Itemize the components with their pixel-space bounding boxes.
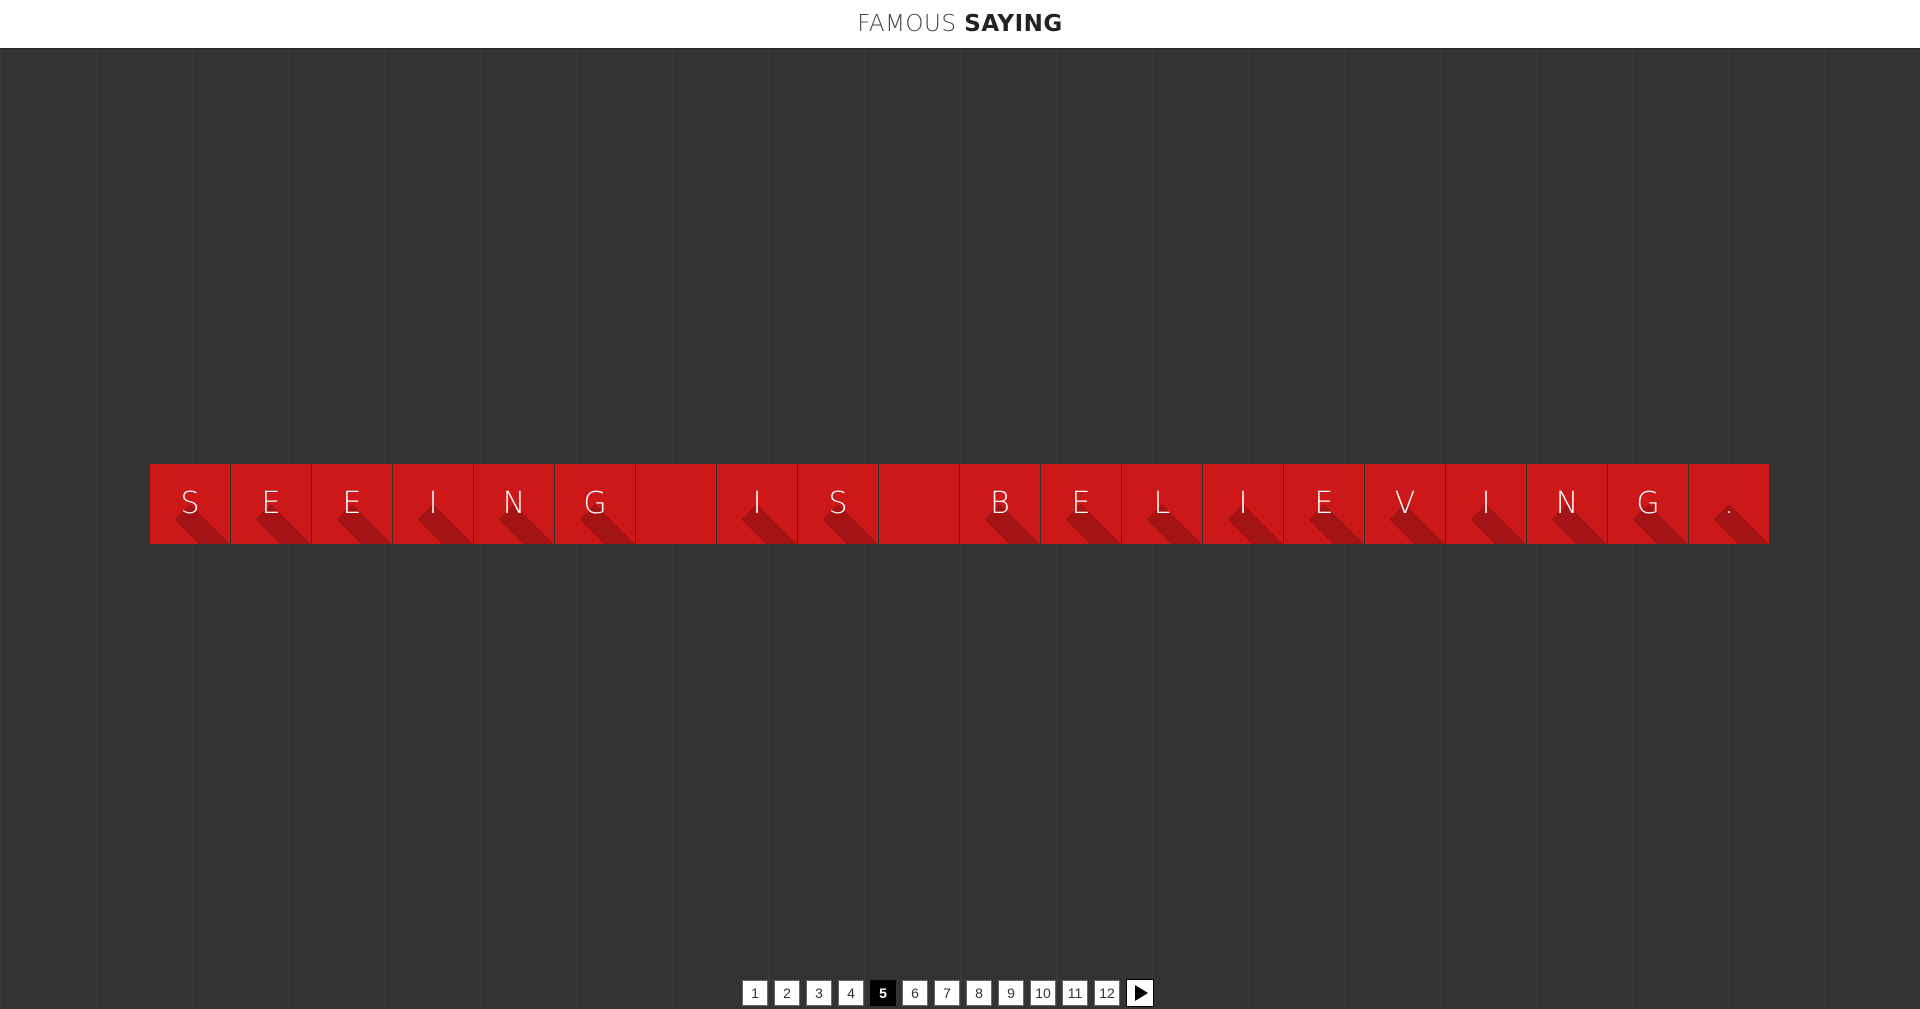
tile-letter: B	[990, 486, 1010, 521]
page-button-1[interactable]: 1	[742, 980, 768, 1006]
header-bar: FAMOUS SAYING	[0, 0, 1920, 49]
letter-tile: B	[960, 464, 1040, 544]
letter-tile: S	[798, 464, 878, 544]
page-title: FAMOUS SAYING	[857, 11, 1063, 37]
letter-tile: I	[1446, 464, 1526, 544]
tile-long-shadow	[417, 504, 473, 544]
tile-letter: .	[1724, 486, 1734, 521]
title-light: FAMOUS	[857, 11, 957, 37]
tile-letter: I	[752, 486, 762, 521]
page-button-7[interactable]: 7	[934, 980, 960, 1006]
page-button-2[interactable]: 2	[774, 980, 800, 1006]
letter-tile-blank	[636, 464, 716, 544]
tile-letter: E	[261, 486, 281, 521]
pagination: 1 2 3 4 5 6 7 8 9 10 11 12	[742, 979, 1154, 1007]
tile-long-shadow	[1713, 504, 1769, 544]
tile-letter: E	[1071, 486, 1091, 521]
letter-tile: V	[1365, 464, 1445, 544]
letter-tile: G	[555, 464, 635, 544]
letter-tile-blank	[879, 464, 959, 544]
page-button-8[interactable]: 8	[966, 980, 992, 1006]
next-page-button[interactable]	[1126, 979, 1154, 1007]
letter-tile: I	[393, 464, 473, 544]
tile-letter: I	[428, 486, 438, 521]
page-button-5[interactable]: 5	[870, 980, 896, 1006]
letter-tile: N	[474, 464, 554, 544]
tile-letter: I	[1481, 486, 1491, 521]
tile-letter: E	[342, 486, 362, 521]
tile-letter: L	[1153, 486, 1171, 521]
tile-letter: N	[502, 486, 526, 521]
tile-letter: E	[1314, 486, 1334, 521]
tile-letter: N	[1555, 486, 1579, 521]
tile-letter: I	[1238, 486, 1248, 521]
letter-tile: S	[150, 464, 230, 544]
tile-long-shadow	[1470, 504, 1526, 544]
page-button-12[interactable]: 12	[1094, 980, 1120, 1006]
tile-long-shadow	[741, 504, 797, 544]
page-button-4[interactable]: 4	[838, 980, 864, 1006]
page-button-9[interactable]: 9	[998, 980, 1024, 1006]
letter-tile: .	[1689, 464, 1769, 544]
tile-letter: G	[583, 486, 607, 521]
tile-long-shadow	[1227, 504, 1283, 544]
letter-tile: E	[231, 464, 311, 544]
page-button-6[interactable]: 6	[902, 980, 928, 1006]
tile-letter: V	[1394, 486, 1416, 521]
page-button-11[interactable]: 11	[1062, 980, 1088, 1006]
page-button-3[interactable]: 3	[806, 980, 832, 1006]
letter-tile: E	[312, 464, 392, 544]
letter-tile: E	[1284, 464, 1364, 544]
play-icon	[1135, 985, 1148, 1001]
saying-stage: SEEING IS BELIEVING. 1 2 3 4 5 6 7 8 9 10 11 12	[0, 50, 1920, 1009]
letter-tile: L	[1122, 464, 1202, 544]
title-bold: SAYING	[964, 11, 1063, 37]
letter-tile: I	[717, 464, 797, 544]
letter-tile: E	[1041, 464, 1121, 544]
letter-tile: I	[1203, 464, 1283, 544]
tile-letter: S	[180, 486, 200, 521]
letter-tile: N	[1527, 464, 1607, 544]
letter-tiles: S E E I N G I S B E L I E V I N G.	[150, 464, 1769, 544]
page-button-10[interactable]: 10	[1030, 980, 1056, 1006]
tile-letter: S	[828, 486, 848, 521]
tile-letter: G	[1636, 486, 1660, 521]
letter-tile: G	[1608, 464, 1688, 544]
